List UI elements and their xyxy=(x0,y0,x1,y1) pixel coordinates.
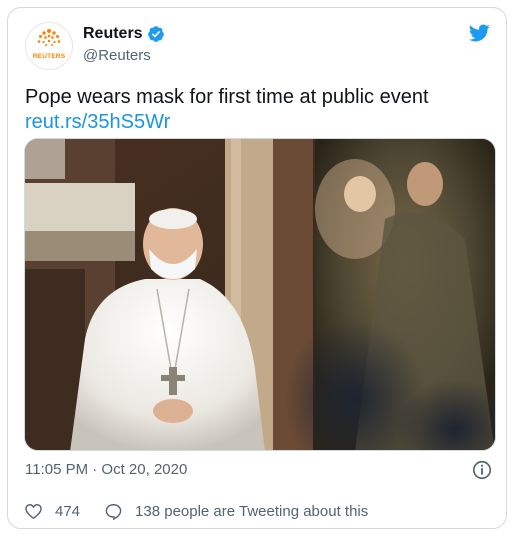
speech-bubble-icon xyxy=(105,503,122,520)
tweet-actions: 474 138 people are Tweeting about this xyxy=(24,500,368,522)
account-name-row[interactable]: Reuters xyxy=(83,25,165,43)
conversation-text: 138 people are Tweeting about this xyxy=(135,502,369,520)
account-handle[interactable]: @Reuters xyxy=(83,47,151,64)
conversation-button[interactable]: 138 people are Tweeting about this xyxy=(104,502,368,521)
like-count: 474 xyxy=(55,502,81,520)
pope-photo-image xyxy=(25,139,495,450)
tweet-link[interactable]: reut.rs/35hS5Wr xyxy=(25,109,170,135)
reuters-logo-icon xyxy=(37,29,61,46)
account-name[interactable]: Reuters xyxy=(83,25,143,43)
like-button[interactable]: 474 xyxy=(24,502,104,521)
heart-icon xyxy=(25,503,42,519)
verified-badge-icon xyxy=(147,25,165,43)
twitter-bird-icon[interactable] xyxy=(466,22,492,44)
avatar-wordmark: REUTERS xyxy=(32,53,66,60)
tweet-timestamp[interactable]: 11:05 PM · Oct 20, 2020 xyxy=(25,461,187,478)
tweet-photo[interactable] xyxy=(24,138,496,451)
info-icon[interactable] xyxy=(471,459,493,481)
tweet-text: Pope wears mask for first time at public… xyxy=(25,86,429,108)
avatar[interactable]: REUTERS xyxy=(25,22,73,70)
tweet-card[interactable]: REUTERS Reuters @Reuters Pope wears mask… xyxy=(7,7,507,529)
